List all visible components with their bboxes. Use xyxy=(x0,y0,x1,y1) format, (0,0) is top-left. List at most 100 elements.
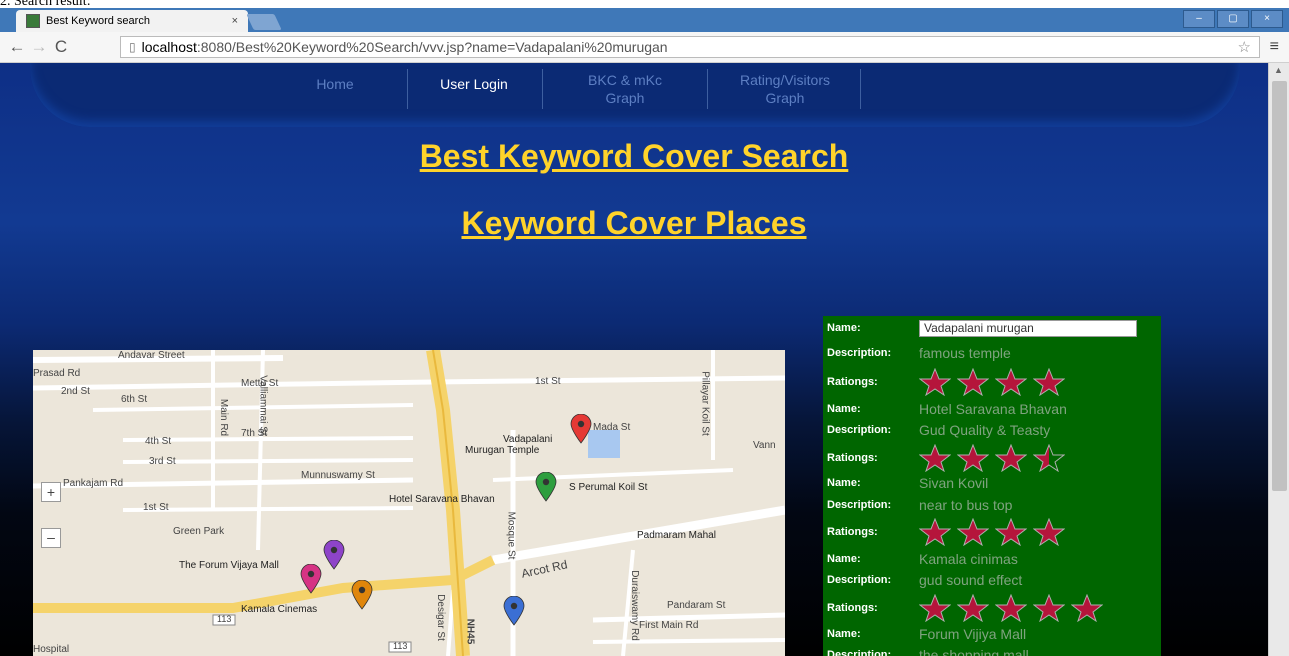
url-host: localhost xyxy=(141,39,197,55)
page-content: Home User Login BKC & mKc Graph Rating/V… xyxy=(0,63,1268,656)
star-rating xyxy=(919,594,1103,622)
nav-rating-graph[interactable]: Rating/Visitors Graph xyxy=(710,71,860,121)
address-bar[interactable]: ▯ localhost:8080/Best%20Keyword%20Search… xyxy=(120,36,1260,58)
result-description-row: Description: the shopping mall xyxy=(827,644,1157,656)
result-description-row: Description: near to bus top xyxy=(827,494,1157,516)
bookmark-star-icon[interactable]: ☆ xyxy=(1238,38,1251,56)
map-label: The Forum Vijaya Mall xyxy=(179,560,279,571)
map-label: Main Rd xyxy=(218,398,230,437)
name-label: Name: xyxy=(827,477,861,489)
menu-icon[interactable]: ≡ xyxy=(1270,38,1279,56)
description-value: famous temple xyxy=(919,345,1011,361)
map-label: 3rd St xyxy=(149,456,176,467)
map-pin-icon[interactable] xyxy=(535,471,557,502)
star-icon xyxy=(1033,368,1065,396)
map-label: Pillayar Koil St xyxy=(699,371,711,436)
result-name-row: Name: Hotel Saravana Bhavan xyxy=(827,398,1157,420)
result-description-row: Description: gud sound effect xyxy=(827,569,1157,591)
reload-icon[interactable]: C xyxy=(50,37,72,57)
star-icon xyxy=(919,444,951,472)
map-pin-icon[interactable] xyxy=(570,413,592,444)
close-window-button[interactable]: × xyxy=(1251,10,1283,28)
map-label: 2nd St xyxy=(61,386,90,397)
tab-close-icon[interactable]: × xyxy=(232,15,238,27)
map-pin-icon[interactable] xyxy=(300,563,322,594)
map-pin-icon[interactable] xyxy=(323,539,345,570)
ratings-label: Rationgs: xyxy=(827,376,878,388)
star-icon xyxy=(919,518,951,546)
page-subtitle[interactable]: Keyword Cover Places xyxy=(0,205,1268,242)
map-label: 1st St xyxy=(143,502,169,513)
nav-bkc-graph[interactable]: BKC & mKc Graph xyxy=(550,71,700,121)
map-label: Vann xyxy=(753,440,776,451)
description-value: gud sound effect xyxy=(919,572,1023,588)
document-caption: 2. Search result: xyxy=(0,0,91,9)
back-arrow-icon[interactable]: ← xyxy=(6,37,28,57)
name-value: Forum Vijiya Mall xyxy=(919,626,1027,642)
browser-toolbar: ← → C ▯ localhost:8080/Best%20Keyword%20… xyxy=(0,32,1289,63)
nav-home[interactable]: Home xyxy=(300,75,370,125)
forward-arrow-icon[interactable]: → xyxy=(28,37,50,57)
map-pin-icon[interactable] xyxy=(351,579,373,610)
pin-shape xyxy=(300,563,322,594)
page-title[interactable]: Best Keyword Cover Search xyxy=(0,138,1268,175)
name-label: Name: xyxy=(827,553,861,565)
name-field[interactable] xyxy=(919,319,1137,337)
scrollbar-thumb[interactable] xyxy=(1272,81,1287,491)
nav-rating-line2: Graph xyxy=(765,90,805,106)
name-label: Name: xyxy=(827,322,861,334)
map-view[interactable]: Andavar Street Prasad Rd 2nd St 6th St M… xyxy=(33,350,785,656)
nav-bkc-line1: BKC & mKc xyxy=(588,72,662,88)
pin-shape xyxy=(570,413,592,444)
star-icon xyxy=(1033,518,1065,546)
nav-user-login[interactable]: User Login xyxy=(414,75,534,125)
map-pin-icon[interactable] xyxy=(503,595,525,626)
minimize-button[interactable]: – xyxy=(1183,10,1215,28)
pin-shape xyxy=(323,539,345,570)
name-label: Name: xyxy=(827,403,861,415)
star-icon xyxy=(995,444,1027,472)
map-label: Mada St xyxy=(593,422,631,433)
description-value: the shopping mall xyxy=(919,647,1029,656)
star-icon xyxy=(1071,594,1103,622)
name-value: Sivan Kovil xyxy=(919,475,989,491)
site-nav: Home User Login BKC & mKc Graph Rating/V… xyxy=(30,63,1240,127)
map-label: Pankajam Rd xyxy=(63,478,124,489)
scroll-up-icon[interactable]: ▲ xyxy=(1274,65,1283,75)
zoom-out-button[interactable]: – xyxy=(41,528,61,548)
star-rating xyxy=(919,368,1065,396)
map-label: Andavar Street xyxy=(118,350,185,361)
map-label: 6th St xyxy=(121,394,148,405)
vertical-scrollbar[interactable]: ▲ xyxy=(1268,63,1289,656)
results-panel: Name: Description: famous temple Rationg… xyxy=(823,316,1161,656)
map-label: Munnuswamy St xyxy=(301,470,375,481)
description-label: Description: xyxy=(827,574,892,586)
favicon-icon xyxy=(26,14,40,28)
star-icon xyxy=(995,518,1027,546)
star-icon xyxy=(957,368,989,396)
description-label: Description: xyxy=(827,649,892,656)
tab-title: Best Keyword search xyxy=(46,15,150,27)
description-value: Gud Quality & Teasty xyxy=(919,422,1051,438)
result-rating-row: Rationgs: xyxy=(827,444,1157,472)
url-path: :8080/Best%20Keyword%20Search/vvv.jsp?na… xyxy=(196,39,668,55)
maximize-button[interactable]: ▢ xyxy=(1217,10,1249,28)
result-name-row: Name: xyxy=(827,317,1157,339)
star-icon xyxy=(919,368,951,396)
browser-tab[interactable]: Best Keyword search × xyxy=(16,10,248,32)
description-label: Description: xyxy=(827,499,892,511)
map-label: First Main Rd xyxy=(639,620,699,631)
new-tab-button[interactable] xyxy=(246,14,282,30)
ratings-label: Rationgs: xyxy=(827,452,878,464)
zoom-in-button[interactable]: + xyxy=(41,482,61,502)
map-label: NH45 xyxy=(464,618,476,645)
map-label: Vadapalani xyxy=(503,434,553,445)
nav-divider xyxy=(407,69,408,109)
map-label: Duraiswamy Rd xyxy=(628,570,640,641)
nav-rating-line1: Rating/Visitors xyxy=(739,72,830,88)
map-label: Pandaram St xyxy=(667,600,726,611)
map-label: 1st St xyxy=(535,376,561,387)
page-icon: ▯ xyxy=(129,40,136,54)
browser-tab-strip: Best Keyword search × – ▢ × xyxy=(0,8,1289,32)
highway-shield: 113 xyxy=(217,614,232,624)
